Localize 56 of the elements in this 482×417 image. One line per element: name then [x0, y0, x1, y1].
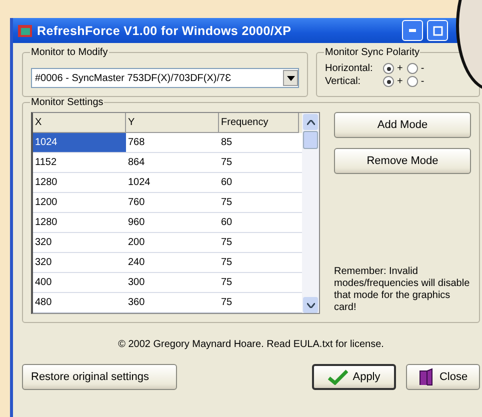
maximize-button[interactable]: [427, 20, 448, 41]
dropdown-button[interactable]: [283, 70, 298, 86]
column-header[interactable]: Frequency: [219, 113, 299, 133]
scroll-down-button[interactable]: [303, 297, 318, 313]
minimize-button[interactable]: [402, 20, 423, 41]
table-cell[interactable]: 75: [219, 253, 299, 272]
polarity-label: Horizontal:: [325, 63, 374, 74]
table-cell[interactable]: 75: [219, 293, 299, 312]
app-icon: [17, 22, 33, 38]
table-cell[interactable]: 1152: [33, 153, 126, 172]
table-cell[interactable]: 60: [219, 173, 299, 192]
table-cell[interactable]: 240: [126, 253, 219, 272]
restore-button[interactable]: Restore original settings: [22, 364, 177, 390]
group-label: Monitor Settings: [30, 97, 104, 108]
table-cell[interactable]: 200: [126, 233, 219, 252]
table-cell[interactable]: 864: [126, 153, 219, 172]
table-cell[interactable]: 75: [219, 273, 299, 292]
table-cell[interactable]: 300: [126, 273, 219, 292]
table-cell[interactable]: 75: [219, 153, 299, 172]
table-cell[interactable]: 1280: [33, 213, 126, 232]
minimize-icon: [409, 29, 416, 32]
table-cell[interactable]: 760: [126, 193, 219, 212]
table-cell[interactable]: 1280: [33, 173, 126, 192]
table-cell[interactable]: 1024: [126, 173, 219, 192]
column-header[interactable]: Y: [126, 113, 219, 133]
mode-button[interactable]: Remove Mode: [334, 148, 471, 174]
note-text: Remember: Invalid modes/frequencies will disable that mode for the graphics card!: [334, 266, 471, 314]
apply-button[interactable]: Apply: [312, 364, 396, 390]
caret-icon: [286, 76, 294, 80]
copyright-text: © 2002 Gregory Maynard Hoare. Read EULA.txt for license.: [117, 339, 385, 350]
table-cell[interactable]: 320: [33, 253, 126, 272]
checkmark-icon: [328, 369, 348, 385]
monitor-dropdown[interactable]: #0006 - SyncMaster 753DF(X)/703DF(X)/7Ɛ: [31, 68, 299, 88]
group-label: Monitor Sync Polarity: [324, 47, 420, 58]
close-button[interactable]: Close: [406, 364, 480, 390]
table-cell[interactable]: 320: [33, 233, 126, 252]
scrollbar[interactable]: [302, 113, 319, 313]
door-icon: [418, 368, 434, 386]
mode-button[interactable]: Add Mode: [334, 112, 471, 138]
scroll-thumb[interactable]: [303, 131, 318, 149]
table-cell[interactable]: 1200: [33, 193, 126, 212]
table-cell[interactable]: 85: [219, 133, 299, 152]
table-cell[interactable]: 75: [219, 233, 299, 252]
table-cell[interactable]: 400: [33, 273, 126, 292]
window-title: RefreshForce V1.00 for Windows 2000/XP: [37, 24, 292, 38]
table-cell[interactable]: 480: [33, 293, 126, 312]
table-cell[interactable]: 1024: [33, 133, 126, 152]
maximize-icon: [432, 26, 442, 36]
table-cell[interactable]: 360: [126, 293, 219, 312]
group-label: Monitor to Modify: [30, 47, 109, 58]
table-cell[interactable]: 60: [219, 213, 299, 232]
table-cell[interactable]: 960: [126, 213, 219, 232]
polarity-label: Vertical:: [325, 76, 362, 87]
table-cell[interactable]: 75: [219, 193, 299, 212]
scroll-up-button[interactable]: [303, 114, 318, 130]
table-cell[interactable]: 768: [126, 133, 219, 152]
